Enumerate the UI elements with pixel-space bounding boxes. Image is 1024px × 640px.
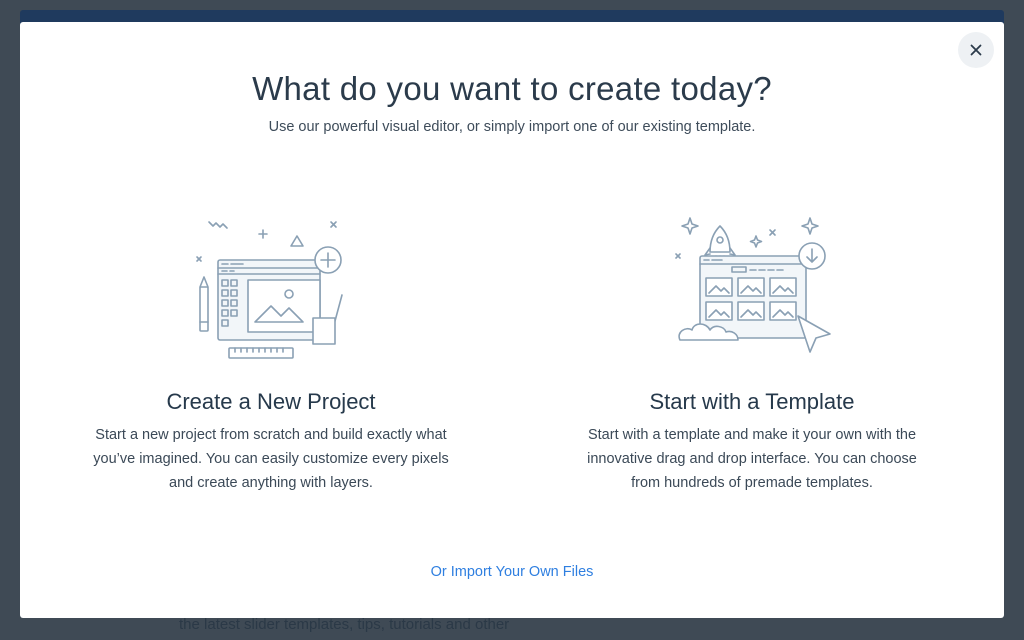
new-project-option[interactable]: Create a New Project Start a new project…	[91, 212, 451, 495]
import-files-link[interactable]: Or Import Your Own Files	[20, 564, 1004, 580]
close-button[interactable]	[958, 32, 994, 68]
template-option[interactable]: Start with a Template Start with a templ…	[572, 212, 932, 495]
new-project-title: Create a New Project	[166, 389, 376, 414]
template-title: Start with a Template	[649, 389, 855, 414]
new-project-description: Start a new project from scratch and bui…	[93, 427, 449, 491]
create-modal: What do you want to create today? Use ou…	[20, 22, 1004, 618]
close-icon	[970, 44, 982, 56]
template-rocket-illustration	[675, 217, 831, 353]
modal-title: What do you want to create today?	[252, 70, 772, 107]
modal-subtitle: Use our powerful visual editor, or simpl…	[268, 119, 756, 135]
background-text: the latest slider templates, tips, tutor…	[179, 616, 510, 633]
editor-canvas-illustration	[196, 221, 343, 359]
template-description: Start with a template and make it your o…	[587, 427, 917, 491]
